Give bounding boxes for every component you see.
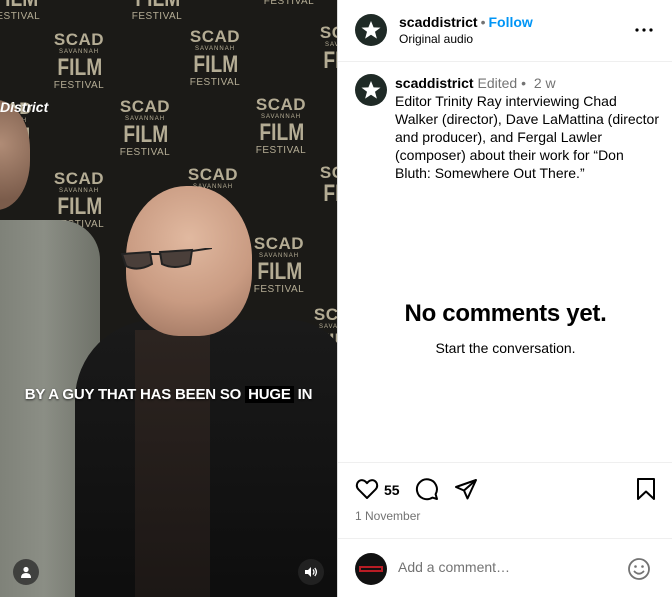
share-button[interactable] <box>454 477 478 506</box>
caption-username[interactable]: scaddistrict <box>395 75 474 91</box>
subtitle-text: BY A GUY THAT HAS BEEN SO <box>24 386 242 403</box>
post-panel: scaddistrict • Follow Original audio scadd… <box>337 0 672 597</box>
save-button[interactable] <box>635 477 657 506</box>
festival-logo: SCADSAVANNAHFILMFESTIVAL <box>255 95 307 156</box>
separator-dot: • <box>480 14 486 30</box>
avatar[interactable] <box>355 14 387 46</box>
post-date[interactable]: 1 November <box>355 509 420 523</box>
like-count[interactable]: 55 <box>384 482 400 498</box>
header-username[interactable]: scaddistrict <box>399 14 478 30</box>
festival-logo: SCADSAVANNAHFILMFESTIVAL <box>119 97 171 158</box>
star-logo-icon <box>361 81 381 99</box>
emoji-icon <box>628 558 650 580</box>
festival-logo: SCADSAVANNAHFILMFESTIVAL <box>189 27 241 88</box>
caption-text: Editor Trinity Ray interviewing Chad Wal… <box>395 93 660 181</box>
audio-label[interactable]: Original audio <box>399 32 473 46</box>
empty-comments-title: No comments yet. <box>404 300 607 327</box>
tagged-users-button[interactable] <box>13 559 39 585</box>
interviewee-right-shirt <box>135 330 210 597</box>
video-player[interactable]: FILMFESTIVAL FESTIVAL FILMFESTIVAL SCADS… <box>0 0 337 597</box>
festival-logo: SCADSAVANNAHFILMFESTIVAL <box>53 30 105 91</box>
header-user-line: scaddistrict • Follow <box>399 14 533 30</box>
video-subtitle: BY A GUY THAT HAS BEEN SO HUGE IN <box>0 386 337 403</box>
emoji-button[interactable] <box>627 557 651 586</box>
action-bar: 55 1 November <box>338 462 672 542</box>
comment-composer <box>338 538 672 597</box>
festival-logo: SCADFILM <box>319 163 337 207</box>
empty-comments-subtitle: Start the conversation. <box>435 340 576 356</box>
festival-logo: SCADSAVANNAHFILMFESTIVAL <box>253 234 305 295</box>
festival-logo: FILMFESTIVAL <box>131 0 183 22</box>
festival-logo: FESTIVAL <box>263 0 315 7</box>
caption-avatar[interactable] <box>355 74 387 106</box>
follow-button[interactable]: Follow <box>489 14 533 30</box>
more-options-button[interactable] <box>634 20 654 40</box>
heart-icon <box>355 479 379 499</box>
post-age[interactable]: 2 w <box>534 75 556 91</box>
edited-label: Edited <box>477 75 518 91</box>
district-watermark: District <box>0 99 49 115</box>
user-logo-icon <box>359 566 383 572</box>
current-user-avatar <box>355 553 387 585</box>
festival-logo: SCADSAVANNAHFILM <box>319 23 337 74</box>
comment-button[interactable] <box>415 477 439 506</box>
bookmark-icon <box>637 478 655 500</box>
post-header: scaddistrict • Follow Original audio <box>338 0 672 62</box>
separator-dot: • <box>521 75 526 91</box>
comment-icon <box>415 478 438 501</box>
caption: scaddistrict Edited • 2 w Editor Trinity… <box>395 74 660 182</box>
send-icon <box>455 479 477 500</box>
volume-icon <box>305 567 318 577</box>
star-logo-icon <box>361 21 381 39</box>
empty-comments: No comments yet. Start the conversation. <box>338 300 672 356</box>
festival-logo: FILMFESTIVAL <box>0 0 41 22</box>
caption-header: scaddistrict Edited • 2 w <box>395 74 660 92</box>
profile-icon <box>21 566 31 578</box>
comment-input[interactable] <box>398 559 618 575</box>
glasses <box>120 248 212 270</box>
subtitle-highlight: HUGE <box>245 386 294 403</box>
more-icon <box>635 28 653 32</box>
mute-button[interactable] <box>298 559 324 585</box>
subtitle-end: IN <box>297 386 313 403</box>
like-button[interactable] <box>355 477 379 506</box>
